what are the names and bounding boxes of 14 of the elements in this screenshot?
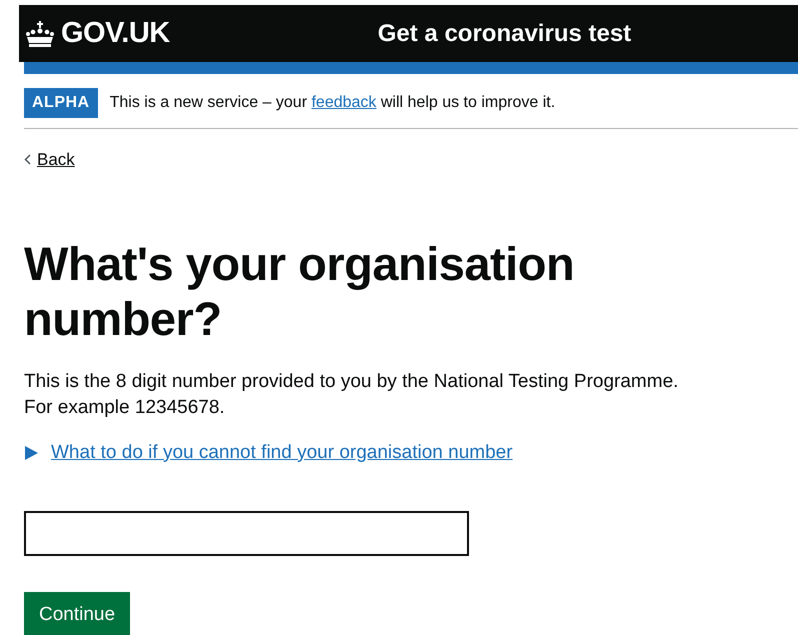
triangle-right-icon (24, 444, 39, 461)
continue-button[interactable]: Continue (24, 592, 130, 635)
chevron-left-icon (24, 154, 31, 166)
feedback-link[interactable]: feedback (311, 94, 376, 111)
hint-text: This is the 8 digit number provided to you by the National Testing Programme. For example 12345678. (24, 370, 680, 420)
logo-link[interactable]: GOV.UK (25, 12, 170, 56)
input-field[interactable] (24, 510, 469, 556)
details-summary[interactable]: What to do if you cannot find your organisation number (24, 438, 513, 467)
phase-banner-text: This is a new service – your feedback will help us to improve it. (110, 93, 556, 113)
back-link[interactable]: Back (37, 147, 75, 172)
crown-icon (25, 20, 55, 46)
phase-tag: ALPHA (24, 88, 98, 118)
service-name: Get a coronavirus test (378, 18, 632, 48)
page-heading: What's your organisation number? (24, 237, 576, 348)
